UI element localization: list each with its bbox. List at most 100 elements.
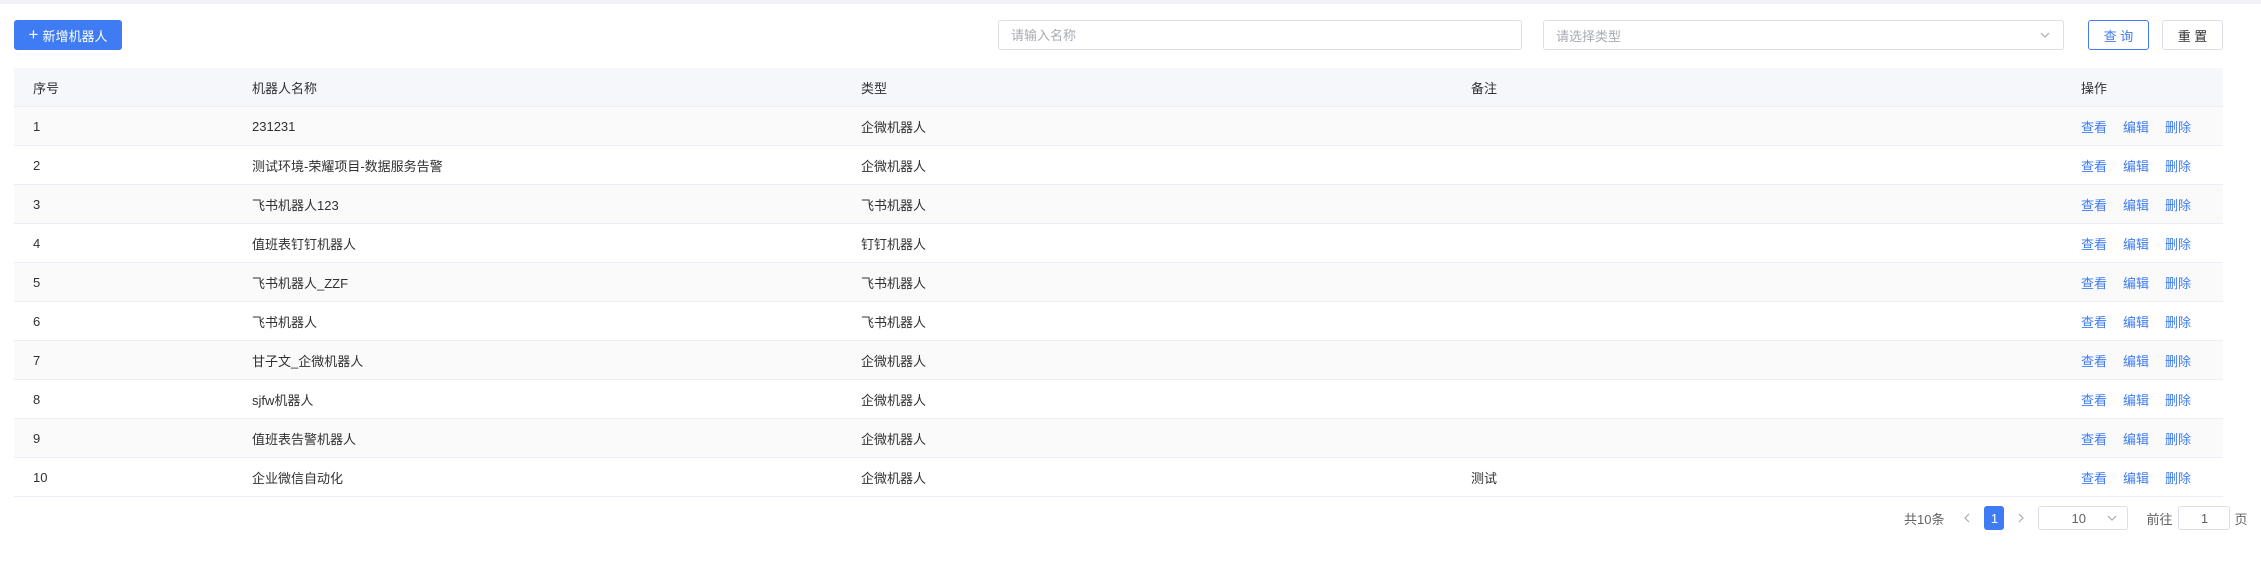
header-name: 机器人名称 — [252, 78, 861, 97]
cell-index: 9 — [33, 430, 41, 446]
edit-button[interactable]: 编辑 — [2123, 273, 2149, 292]
reset-label: 重 置 — [2177, 28, 2208, 44]
cell-remark: 测试 — [1471, 470, 1498, 486]
edit-button[interactable]: 编辑 — [2123, 312, 2149, 331]
cell-index: 10 — [33, 469, 48, 485]
table-row: 5 飞书机器人_ZZF 飞书机器人 查看 编辑 删除 — [14, 263, 2223, 302]
cell-type: 飞书机器人 — [861, 275, 927, 291]
view-button[interactable]: 查看 — [2081, 273, 2107, 292]
add-robot-button[interactable]: + 新增机器人 — [14, 20, 122, 50]
chevron-down-icon — [2108, 515, 2117, 521]
table-row: 4 值班表钉钉机器人 钉钉机器人 查看 编辑 删除 — [14, 224, 2223, 263]
delete-button[interactable]: 删除 — [2165, 234, 2191, 253]
cell-name: 测试环境-荣耀项目-数据服务告警 — [252, 158, 443, 174]
cell-name: 飞书机器人_ZZF — [252, 275, 349, 291]
cell-type: 飞书机器人 — [861, 197, 927, 213]
view-button[interactable]: 查看 — [2081, 390, 2107, 409]
cell-name: 飞书机器人 — [252, 314, 318, 330]
view-button[interactable]: 查看 — [2081, 351, 2107, 370]
cell-actions: 查看 编辑 删除 — [2081, 117, 2223, 136]
prev-page-button[interactable] — [1956, 513, 1978, 523]
page-1-button[interactable]: 1 — [1984, 506, 2005, 530]
chevron-left-icon — [1964, 513, 1970, 523]
header-type: 类型 — [861, 80, 888, 96]
edit-button[interactable]: 编辑 — [2123, 390, 2149, 409]
edit-button[interactable]: 编辑 — [2123, 234, 2149, 253]
delete-button[interactable]: 删除 — [2165, 156, 2191, 175]
type-select[interactable]: 请选择类型 — [1543, 20, 2064, 50]
cell-type: 企微机器人 — [861, 119, 927, 135]
delete-button[interactable]: 删除 — [2165, 468, 2191, 487]
edit-button[interactable]: 编辑 — [2123, 117, 2149, 136]
cell-name: 值班表告警机器人 — [252, 431, 357, 447]
cell-index: 6 — [33, 313, 41, 329]
goto-label: 前往 — [2146, 511, 2173, 527]
total-count: 共10条 — [1904, 511, 1945, 527]
cell-name: 值班表钉钉机器人 — [252, 236, 357, 252]
add-robot-label: 新增机器人 — [42, 28, 108, 44]
view-button[interactable]: 查看 — [2081, 468, 2107, 487]
reset-button[interactable]: 重 置 — [2162, 20, 2223, 50]
view-button[interactable]: 查看 — [2081, 117, 2107, 136]
cell-type: 飞书机器人 — [861, 314, 927, 330]
cell-actions: 查看 编辑 删除 — [2081, 351, 2223, 370]
delete-button[interactable]: 删除 — [2165, 312, 2191, 331]
cell-index: 2 — [33, 157, 41, 173]
goto-page-input[interactable] — [2178, 506, 2231, 530]
cell-index: 8 — [33, 391, 41, 407]
cell-index: 1 — [33, 118, 41, 134]
delete-button[interactable]: 删除 — [2165, 117, 2191, 136]
delete-button[interactable]: 删除 — [2165, 429, 2191, 448]
table-row: 9 值班表告警机器人 企微机器人 查看 编辑 删除 — [14, 419, 2223, 458]
cell-type: 钉钉机器人 — [861, 236, 927, 252]
cell-actions: 查看 编辑 删除 — [2081, 312, 2223, 331]
table-header: 序号 机器人名称 类型 备注 操作 — [14, 68, 2223, 107]
edit-button[interactable]: 编辑 — [2123, 351, 2149, 370]
header-name-label: 机器人名称 — [252, 80, 318, 96]
delete-button[interactable]: 删除 — [2165, 351, 2191, 370]
pagination: 共10条 1 10 前往 页 — [1904, 505, 2248, 531]
delete-button[interactable]: 删除 — [2165, 195, 2191, 214]
view-button[interactable]: 查看 — [2081, 234, 2107, 253]
view-button[interactable]: 查看 — [2081, 195, 2107, 214]
table-body: 1 231231 企微机器人 查看 编辑 删除 2 测试环境-荣耀项目-数据服务告警 企微机器人… — [14, 107, 2223, 497]
header-actions: 操作 — [2081, 80, 2108, 96]
cell-actions: 查看 编辑 删除 — [2081, 195, 2223, 214]
cell-name: sjfw机器人 — [252, 392, 314, 408]
cell-actions: 查看 编辑 删除 — [2081, 390, 2223, 409]
cell-name: 飞书机器人123 — [252, 197, 339, 213]
cell-actions: 查看 编辑 删除 — [2081, 156, 2223, 175]
edit-button[interactable]: 编辑 — [2123, 468, 2149, 487]
header-remark: 备注 — [1471, 80, 1498, 96]
table-row: 2 测试环境-荣耀项目-数据服务告警 企微机器人 查看 编辑 删除 — [14, 146, 2223, 185]
view-button[interactable]: 查看 — [2081, 156, 2107, 175]
query-button[interactable]: 查 询 — [2088, 20, 2149, 50]
cell-name: 甘子文_企微机器人 — [252, 353, 364, 369]
cell-type: 企微机器人 — [861, 470, 927, 486]
top-divider — [0, 0, 2261, 4]
view-button[interactable]: 查看 — [2081, 429, 2107, 448]
robot-table: 序号 机器人名称 类型 备注 操作 1 231231 企微机器人 查看 编辑 删除 2 测试环… — [14, 68, 2223, 497]
page-size-select[interactable]: 10 — [2038, 506, 2129, 530]
cell-index: 3 — [33, 196, 41, 212]
table-row: 3 飞书机器人123 飞书机器人 查看 编辑 删除 — [14, 185, 2223, 224]
cell-actions: 查看 编辑 删除 — [2081, 273, 2223, 292]
table-row: 8 sjfw机器人 企微机器人 查看 编辑 删除 — [14, 380, 2223, 419]
table-row: 6 飞书机器人 飞书机器人 查看 编辑 删除 — [14, 302, 2223, 341]
next-page-button[interactable] — [2010, 513, 2032, 523]
header-index: 序号 — [33, 80, 60, 96]
edit-button[interactable]: 编辑 — [2123, 195, 2149, 214]
edit-button[interactable]: 编辑 — [2123, 156, 2149, 175]
cell-index: 7 — [33, 352, 41, 368]
cell-type: 企微机器人 — [861, 353, 927, 369]
cell-index: 5 — [33, 274, 41, 290]
delete-button[interactable]: 删除 — [2165, 273, 2191, 292]
query-label: 查 询 — [2103, 28, 2134, 44]
edit-button[interactable]: 编辑 — [2123, 429, 2149, 448]
delete-button[interactable]: 删除 — [2165, 390, 2191, 409]
page-size-value: 10 — [2071, 510, 2086, 526]
name-search-input[interactable] — [998, 20, 1522, 50]
chevron-right-icon — [2019, 513, 2025, 523]
view-button[interactable]: 查看 — [2081, 312, 2107, 331]
table-row: 10 企业微信自动化 企微机器人 测试 查看 编辑 删除 — [14, 458, 2223, 497]
